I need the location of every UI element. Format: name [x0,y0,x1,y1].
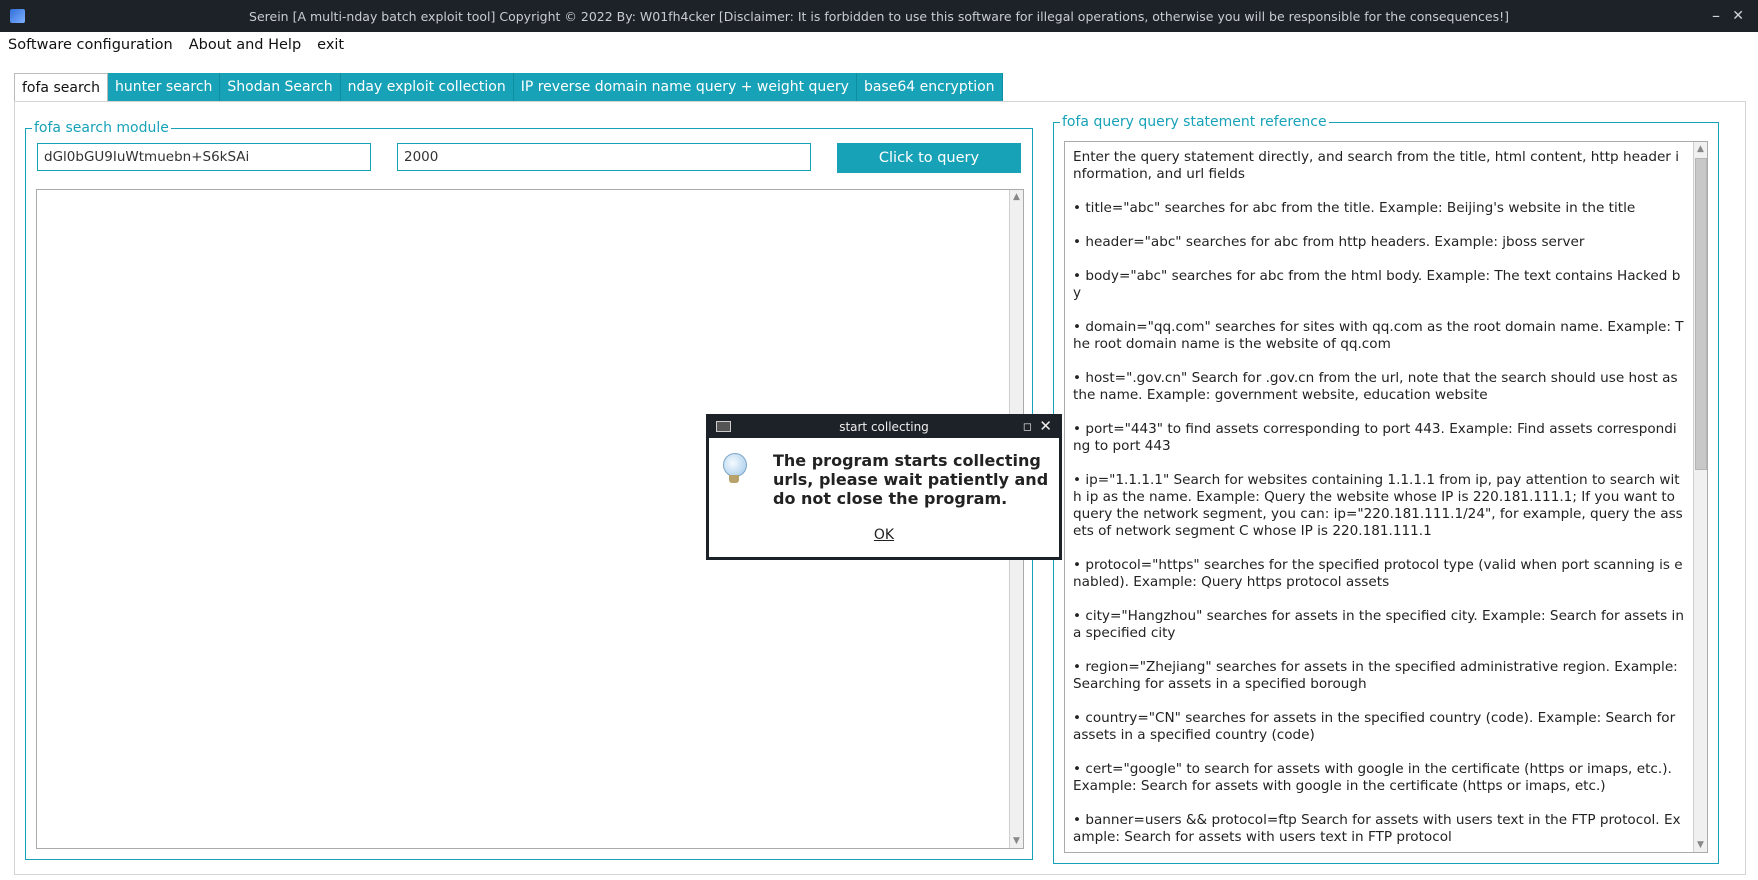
lightbulb-base [729,475,739,483]
tab-nday-exploit-collection[interactable]: nday exploit collection [340,73,514,101]
reference-line: • body="abc" searches for abc from the h… [1073,268,1681,301]
minimize-icon[interactable]: – [1712,6,1720,25]
lightbulb-icon [723,453,747,477]
start-collecting-dialog: start collecting ◻ ✕ The program starts … [706,414,1062,560]
reference-line: • cert="google" to search for assets wit… [1073,761,1672,794]
tab-bar: fofa search hunter search Shodan Search … [14,73,1003,104]
dialog-window-icon [716,421,731,432]
menu-exit[interactable]: exit [309,37,350,53]
dialog-ok-button[interactable]: OK [709,527,1059,543]
menu-bar: Software configuration About and Help ex… [0,32,1758,58]
query-button[interactable]: Click to query [837,143,1021,173]
window-title: Serein [A multi-nday batch exploit tool]… [249,8,1509,24]
reference-line: • region="Zhejiang" searches for assets … [1073,659,1678,692]
reference-line: • ip="1.1.1.1" Search for websites conta… [1073,472,1683,539]
reference-text: Enter the query statement directly, and … [1066,143,1691,851]
dialog-title: start collecting [839,420,929,434]
fofa-search-module-legend: fofa search module [32,119,171,137]
ref-scroll-down-icon[interactable]: ▼ [1694,838,1707,852]
tab-fofa-search[interactable]: fofa search [14,73,108,104]
dialog-message: The program starts collecting urls, plea… [773,451,1049,508]
fofa-reference-panel: fofa query query statement reference Ent… [1053,113,1719,864]
window-titlebar: Serein [A multi-nday batch exploit tool]… [0,0,1758,32]
reference-line: • city="Hangzhou" searches for assets in… [1073,608,1684,641]
ref-scroll-up-icon[interactable]: ▲ [1694,142,1707,156]
reference-scroll-thumb[interactable] [1695,158,1707,470]
close-icon[interactable]: ✕ [1732,8,1744,24]
maximize-icon[interactable]: ◻ [1023,416,1032,438]
menu-software-configuration[interactable]: Software configuration [0,37,179,53]
reference-line: • banner=users && protocol=ftp Search fo… [1073,812,1681,845]
tab-base64-encryption[interactable]: base64 encryption [856,73,1003,101]
reference-scrollbar[interactable]: ▲ ▼ [1693,142,1707,852]
reference-line: Enter the query statement directly, and … [1073,149,1679,182]
scroll-up-icon[interactable]: ▲ [1010,190,1023,204]
dialog-titlebar: start collecting ◻ ✕ [708,416,1060,438]
reference-line: • title="abc" searches for abc from the … [1073,200,1636,216]
reference-line: • host=".gov.cn" Search for .gov.cn from… [1073,370,1678,403]
reference-line: • domain="qq.com" searches for sites wit… [1073,319,1684,352]
reference-text-area[interactable]: Enter the query statement directly, and … [1064,141,1708,853]
menu-about-and-help[interactable]: About and Help [181,37,307,53]
dialog-close-icon[interactable]: ✕ [1039,415,1052,437]
tab-hunter-search[interactable]: hunter search [107,73,221,101]
scroll-down-icon[interactable]: ▼ [1010,834,1023,848]
app-logo-icon [10,9,25,23]
fofa-reference-legend: fofa query query statement reference [1060,113,1329,131]
tab-ip-reverse-domain[interactable]: IP reverse domain name query + weight qu… [513,73,857,101]
reference-line: • country="CN" searches for assets in th… [1073,710,1676,743]
tab-shodan-search[interactable]: Shodan Search [220,73,341,101]
result-count-input[interactable]: 2000 [397,143,811,171]
reference-line: • header="abc" searches for abc from htt… [1073,234,1585,250]
reference-line: • port="443" to find assets correspondin… [1073,421,1677,454]
reference-line: • protocol="https" searches for the spec… [1073,557,1683,590]
fofa-query-input[interactable]: dGl0bGU9IuWtmuebn+S6kSAi [37,143,371,171]
